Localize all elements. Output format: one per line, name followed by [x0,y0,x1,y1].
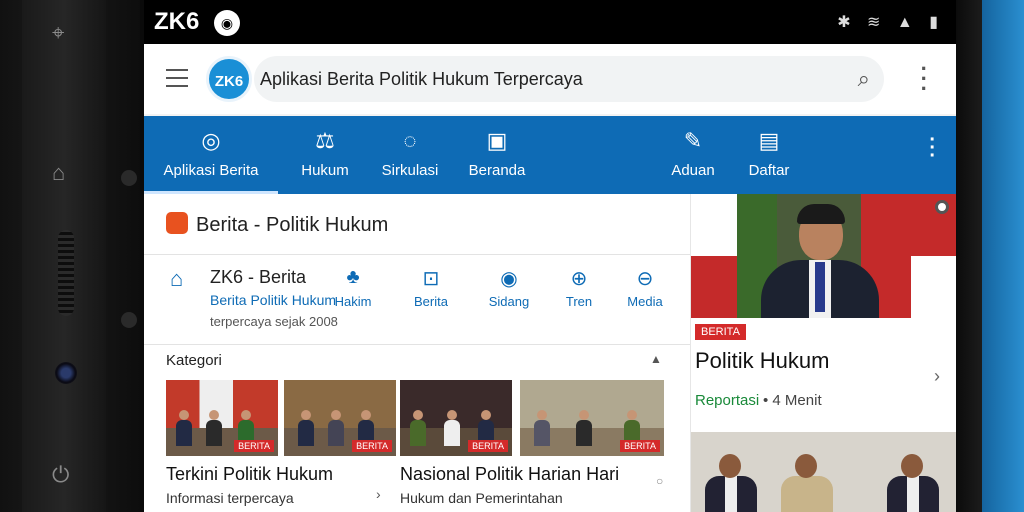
home-icon: ▣ [486,128,508,153]
news-icon: ⊡ [422,268,440,290]
quick-label: Berita [414,294,448,309]
quick-action-sidang[interactable]: ◉ Sidang [474,266,544,309]
phone-screenshot: ⌖ ⌂ ⏻ ZK6 ◉ ✱ ≋ ▲ ▮ ZK6 Aplikasi Berita … [0,0,1024,512]
featured-story[interactable]: BERITA Politik Hukum › Reportasi • 4 Men… [690,194,956,512]
power-icon[interactable]: ⏻ [52,462,69,488]
status-indicators: ✱ ≋ ▲ ▮ [837,14,944,31]
news-content: Berita - Politik Hukum ⌂ ZK6 - Berita Be… [144,194,690,512]
featured-source: Reportasi [695,392,760,409]
thumbnail-tag: BERITA [620,440,660,452]
chevron-right-icon[interactable]: › [376,486,381,502]
tab-beranda[interactable]: ▣ Beranda [456,116,538,194]
tab-label: Hukum [301,162,349,179]
sensor-dot [121,312,137,328]
trend-icon: ⊕ [570,268,588,290]
tab-label: Aduan [671,162,715,179]
divider [144,344,690,345]
thumbnail-tag: BERITA [352,440,392,452]
status-app-icon: ◉ [214,10,240,36]
quick-action-berita[interactable]: ⊡ Berita [396,266,466,309]
chevron-up-icon[interactable]: ▲ [650,352,662,366]
featured-image[interactable] [691,194,956,318]
nav-more-icon[interactable]: · · · [929,130,936,166]
thumbnail-tag: BERITA [234,440,274,452]
tab-aplikasi-berita[interactable]: ◎ Aplikasi Berita [144,116,278,194]
menu-icon[interactable] [166,69,188,93]
status-carrier: ZK6 [154,8,200,35]
tab-label: Aplikasi Berita [163,162,259,179]
news-thumbnail[interactable]: BERITA [400,380,512,456]
clipboard-icon: ▤ [758,128,780,153]
camera-lens [55,362,77,384]
category-title: Kategori [166,352,222,369]
org-name[interactable]: ZK6 - Berita [210,267,306,288]
quick-label: Hakim [334,294,372,309]
featured-image-secondary[interactable] [691,432,956,512]
home-icon[interactable]: ⌂ [170,266,183,292]
person-figure [761,204,879,318]
divider [144,254,690,255]
article-subtitle: Hukum dan Pemerintahan [400,490,563,506]
app-title: Aplikasi Berita Politik Hukum Terpercaya [260,69,583,89]
quick-label: Tren [565,294,593,309]
phone-frame-left: ⌖ ⌂ ⏻ [0,0,140,512]
section-header: Berita - Politik Hukum [166,212,388,237]
quick-label: Sidang [488,294,530,309]
court-icon: ◉ [500,268,518,290]
org-detail: terpercaya sejak 2008 [210,314,338,329]
search-bar[interactable]: Aplikasi Berita Politik Hukum Terpercaya… [254,56,884,102]
article-title[interactable]: Nasional Politik Harian Hari [400,464,619,485]
gavel-icon: ♣ [346,266,360,288]
gavel-icon: ⚖ [315,128,335,153]
news-icon [166,212,188,234]
featured-title[interactable]: Politik Hukum [695,348,829,374]
location-icon: ⌖ [52,20,65,45]
more-options-icon[interactable]: · · · [921,58,928,100]
phone-bezel-right [956,0,982,512]
tab-aduan[interactable]: ✎ Aduan [652,116,734,194]
media-icon: ⊖ [636,268,654,290]
featured-tag: BERITA [695,324,746,340]
status-bar: ZK6 ◉ ✱ ≋ ▲ ▮ [144,0,956,44]
article-subtitle: Informasi terpercaya [166,490,294,506]
tab-label: Daftar [748,162,790,179]
featured-meta: • 4 Menit [763,392,822,409]
eye-icon: ◎ [201,128,221,153]
tab-daftar[interactable]: ▤ Daftar [736,116,802,194]
bookmark-icon[interactable] [935,200,949,214]
quick-label: Media [627,294,663,309]
chevron-right-icon[interactable]: › [934,366,940,387]
category-nav: ◎ Aplikasi Berita ⚖ Hukum ◌ Sirkulasi ▣ … [144,116,956,194]
tab-hukum[interactable]: ⚖ Hukum [284,116,366,194]
quick-action-hakim[interactable]: ♣ Hakim [318,266,388,309]
article-title[interactable]: Terkini Politik Hukum [166,464,333,485]
search-icon[interactable]: ⌕ [858,66,870,92]
tab-label: Beranda [468,162,526,179]
tab-sirkulasi[interactable]: ◌ Sirkulasi [372,116,448,194]
news-thumbnail[interactable]: BERITA [520,380,664,456]
thumbnail-tag: BERITA [468,440,508,452]
circle-icon: ◌ [403,128,417,153]
flag-icon: ✎ [683,128,703,153]
app-screen: ZK6 ◉ ✱ ≋ ▲ ▮ ZK6 Aplikasi Berita Politi… [144,0,956,512]
news-thumbnail[interactable]: BERITA [284,380,396,456]
news-thumbnail[interactable]: BERITA [166,380,278,456]
bookmark-icon[interactable]: ○ [656,474,663,488]
tab-label: Sirkulasi [381,162,439,179]
speaker-grill [58,230,74,316]
thumbnail-strip: BERITA BERITA BERITA BERITA [166,380,666,456]
app-logo[interactable]: ZK6 [206,56,252,102]
sensor-dot [121,170,137,186]
quick-action-tren[interactable]: ⊕ Tren [544,266,614,309]
quick-action-media[interactable]: ⊖ Media [610,266,680,309]
section-title: Berita - Politik Hukum [196,214,389,236]
app-bar: ZK6 Aplikasi Berita Politik Hukum Terper… [144,44,956,114]
home-button-icon[interactable]: ⌂ [52,160,65,186]
